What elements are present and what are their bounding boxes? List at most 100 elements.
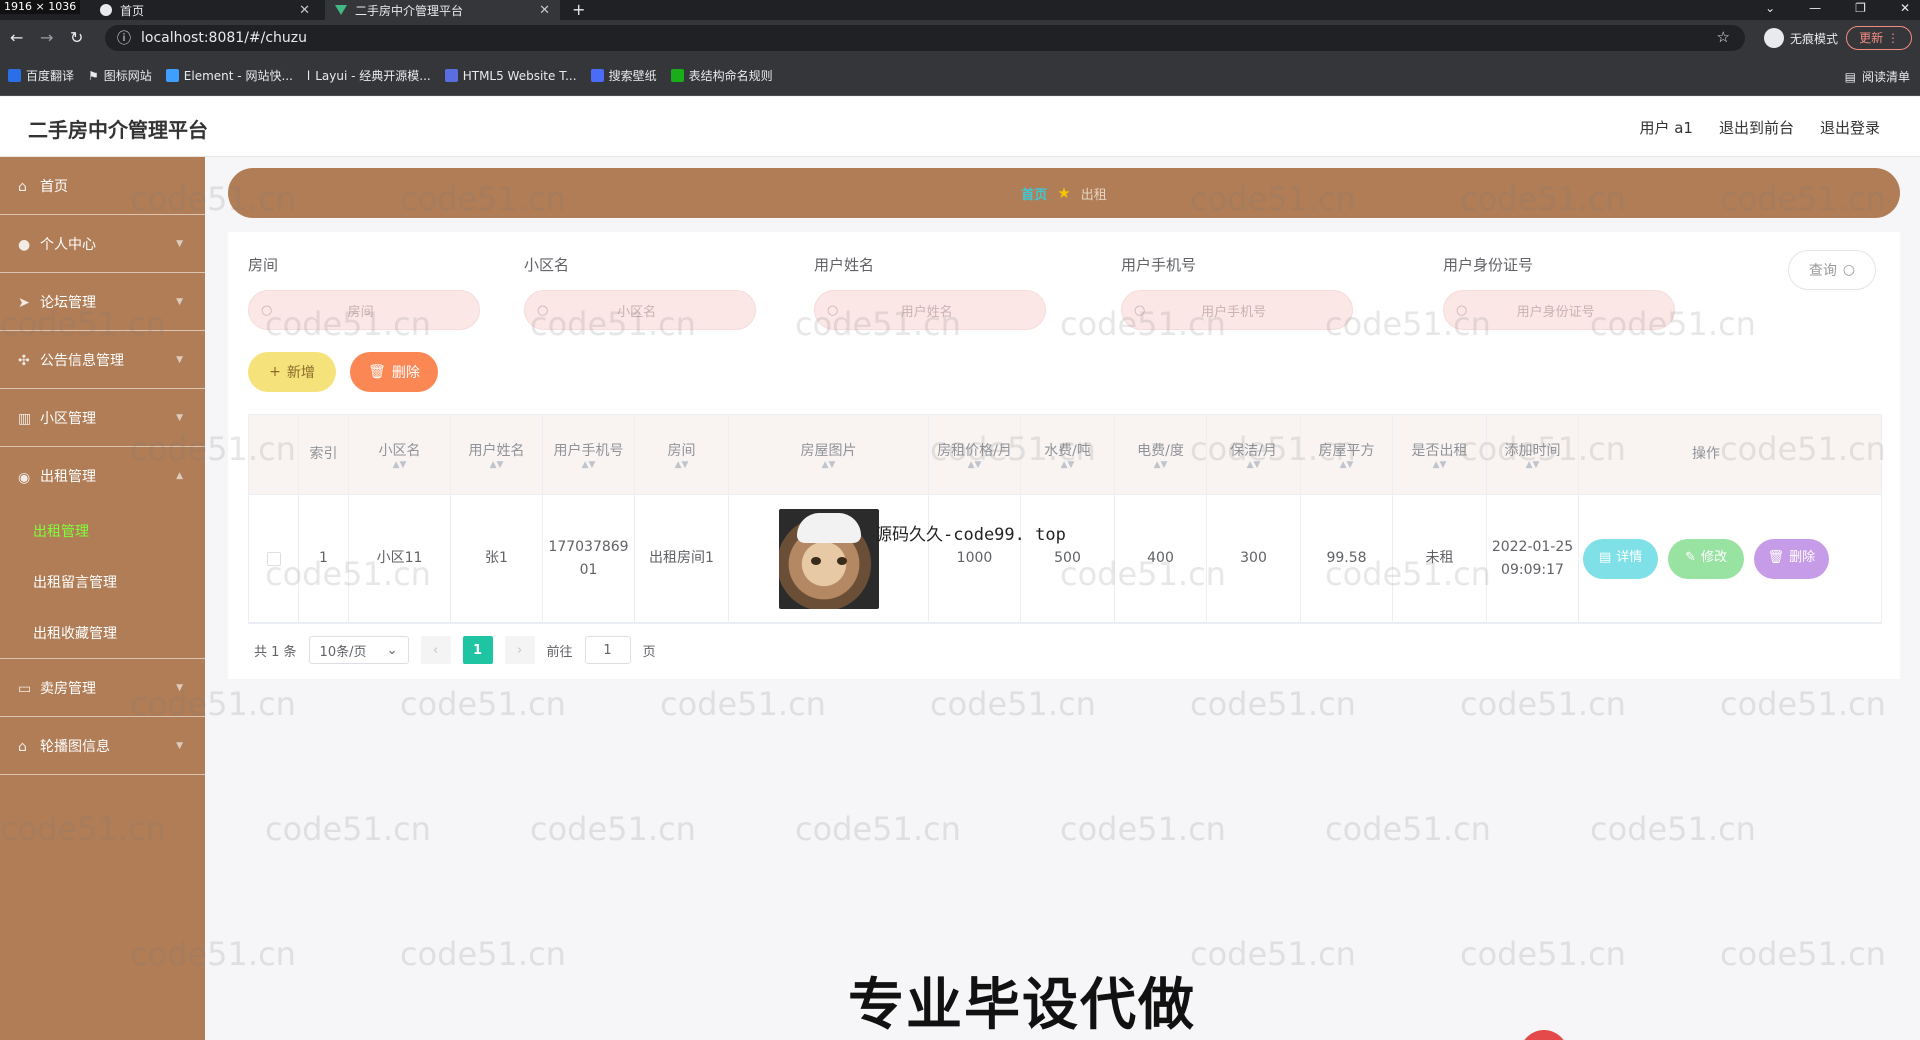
sidebar-item-label: 出租管理 xyxy=(40,469,96,485)
column-header[interactable]: 房屋图片 ▲▼ xyxy=(729,415,929,494)
prev-page-button[interactable]: ‹ xyxy=(420,636,451,664)
community-input[interactable]: ○ 小区名 xyxy=(524,290,756,330)
close-window-icon[interactable]: ✕ xyxy=(1900,0,1910,16)
cell-electric: 400 xyxy=(1115,495,1207,622)
logout-link[interactable]: 退出登录 xyxy=(1820,117,1880,138)
chevron-down-icon: ▼ xyxy=(176,682,183,693)
update-button[interactable]: 更新 ⋮ xyxy=(1846,26,1912,50)
forward-icon[interactable]: → xyxy=(40,28,53,47)
idcard-input[interactable]: ○ 用户身份证号 xyxy=(1443,290,1675,330)
close-icon[interactable]: ✕ xyxy=(539,3,550,18)
sort-icon[interactable]: ▲▼ xyxy=(1526,460,1540,469)
bookmark-item[interactable]: ⚑ 图标网站 xyxy=(88,67,152,84)
sidebar-item-carousel[interactable]: ⌂ 轮播图信息 ▼ xyxy=(0,717,205,775)
breadcrumb-home[interactable]: 首页 xyxy=(1021,184,1047,203)
chevron-down-icon: ▼ xyxy=(176,354,183,365)
chevron-down-icon: ▼ xyxy=(176,238,183,249)
sidebar-subitem-rent-manage[interactable]: 出租管理 xyxy=(0,505,205,556)
watermark: code51.cn xyxy=(265,810,431,848)
placeholder: 用户身份证号 xyxy=(1516,304,1595,320)
floating-record-icon[interactable] xyxy=(1520,1030,1568,1040)
sidebar-subitem-rent-message[interactable]: 出租留言管理 xyxy=(0,556,205,607)
sidebar-item-rent[interactable]: ◉ 出租管理 ▲ xyxy=(0,447,205,505)
page-size-select[interactable]: 10条/页 ⌄ xyxy=(308,636,409,664)
bookmark-item[interactable]: l Layui - 经典开源模... xyxy=(307,67,431,84)
restore-icon[interactable]: ❐ xyxy=(1855,0,1866,16)
column-header[interactable]: 用户手机号 ▲▼ xyxy=(543,415,635,494)
column-header[interactable]: 房屋平方 ▲▼ xyxy=(1301,415,1393,494)
sort-icon[interactable]: ▲▼ xyxy=(393,460,407,469)
delete-button[interactable]: 🗑 删除 xyxy=(1753,538,1829,579)
row-checkbox[interactable] xyxy=(266,551,281,566)
username-input[interactable]: ○ 用户姓名 xyxy=(814,290,1046,330)
sort-icon[interactable]: ▲▼ xyxy=(1154,460,1168,469)
chart-icon: ▥ xyxy=(18,411,32,427)
column-header[interactable]: 添加时间 ▲▼ xyxy=(1487,415,1579,494)
browser-tab-home[interactable]: 首页 ✕ xyxy=(90,0,320,20)
current-user: 用户 a1 xyxy=(1639,119,1693,137)
sidebar-item-home[interactable]: ⌂ 首页 xyxy=(0,157,205,215)
sort-icon[interactable]: ▲▼ xyxy=(1433,460,1447,469)
batch-delete-button[interactable]: 🗑 删除 xyxy=(350,352,438,392)
sidebar-subitem-rent-favorite[interactable]: 出租收藏管理 xyxy=(0,607,205,658)
query-button[interactable]: 查询 ○ xyxy=(1788,250,1876,290)
sidebar-item-profile[interactable]: ● 个人中心 ▼ xyxy=(0,215,205,273)
reading-list[interactable]: ▤ 阅读清单 xyxy=(1845,68,1910,85)
bookmark-star-icon[interactable]: ☆ xyxy=(1717,28,1730,46)
column-header[interactable]: 房租价格/月 ▲▼ xyxy=(929,415,1021,494)
sidebar-item-forum[interactable]: ➤ 论坛管理 ▼ xyxy=(0,273,205,331)
back-icon[interactable]: ← xyxy=(10,28,23,47)
column-header[interactable]: 是否出租 ▲▼ xyxy=(1393,415,1487,494)
sort-icon[interactable]: ▲▼ xyxy=(675,460,689,469)
edit-button[interactable]: ✎ 修改 xyxy=(1668,538,1744,579)
sort-icon[interactable]: ▲▼ xyxy=(968,460,982,469)
to-front-link[interactable]: 退出到前台 xyxy=(1719,117,1794,138)
bookmark-item[interactable]: 搜索壁纸 xyxy=(590,67,657,84)
bookmark-item[interactable]: 表结构命名规则 xyxy=(670,67,773,84)
sort-icon[interactable]: ▲▼ xyxy=(490,460,504,469)
page-number-current[interactable]: 1 xyxy=(462,636,493,664)
room-input[interactable]: ○ 房间 xyxy=(248,290,480,330)
column-header[interactable]: 保洁/月 ▲▼ xyxy=(1207,415,1301,494)
reload-icon[interactable]: ↻ xyxy=(70,28,83,47)
sort-icon[interactable]: ▲▼ xyxy=(1247,460,1261,469)
phone-input[interactable]: ○ 用户手机号 xyxy=(1121,290,1353,330)
next-page-button[interactable]: › xyxy=(504,636,535,664)
sort-icon[interactable]: ▲▼ xyxy=(582,460,596,469)
placeholder: 房间 xyxy=(347,304,374,320)
url-field[interactable]: ⓘ localhost:8081/#/chuzu xyxy=(105,25,1745,51)
header-text: 房间 xyxy=(667,442,696,459)
sort-icon[interactable]: ▲▼ xyxy=(1340,460,1354,469)
bookmark-item[interactable]: 百度翻译 xyxy=(8,67,74,84)
sidebar-item-notice[interactable]: ✣ 公告信息管理 ▼ xyxy=(0,331,205,389)
header-text: 索引 xyxy=(309,446,338,463)
watermark: code51.cn xyxy=(1325,810,1491,848)
browser-tab-active[interactable]: 二手房中介管理平台 ✕ xyxy=(325,0,560,20)
add-button[interactable]: + 新增 xyxy=(248,352,336,392)
goto-page-input[interactable]: 1 xyxy=(584,636,631,664)
sidebar-item-sale[interactable]: ▭ 卖房管理 ▼ xyxy=(0,659,205,717)
pagination-total: 共 1 条 xyxy=(254,644,297,660)
column-header[interactable]: 小区名 ▲▼ xyxy=(349,415,451,494)
sort-icon[interactable]: ▲▼ xyxy=(1061,460,1075,469)
bookmark-item[interactable]: Element - 网站快... xyxy=(165,67,293,84)
new-tab-button[interactable]: + xyxy=(572,0,585,20)
chevron-down-icon[interactable]: ⌄ xyxy=(1765,0,1775,16)
sidebar-item-label: 公告信息管理 xyxy=(40,352,124,369)
sort-icon[interactable]: ▲▼ xyxy=(822,460,836,469)
incognito-indicator[interactable]: 无痕模式 xyxy=(1763,28,1838,48)
search-field-community: 小区名 ○ 小区名 xyxy=(524,254,756,330)
column-header[interactable]: 用户姓名 ▲▼ xyxy=(451,415,543,494)
column-header[interactable]: 房间 ▲▼ xyxy=(635,415,729,494)
column-header[interactable]: 水费/吨 ▲▼ xyxy=(1021,415,1115,494)
bookmark-icon xyxy=(444,69,458,82)
minimize-icon[interactable]: — xyxy=(1809,0,1821,16)
detail-button[interactable]: ▤ 详情 xyxy=(1583,538,1659,579)
column-header[interactable]: 电费/度 ▲▼ xyxy=(1115,415,1207,494)
sidebar-item-community[interactable]: ▥ 小区管理 ▼ xyxy=(0,389,205,447)
search-label: 小区名 xyxy=(524,256,570,274)
add-label: 新增 xyxy=(286,365,315,381)
layui-icon: l xyxy=(306,68,311,83)
bookmark-item[interactable]: HTML5 Website T... xyxy=(444,69,577,83)
close-icon[interactable]: ✕ xyxy=(299,3,310,18)
